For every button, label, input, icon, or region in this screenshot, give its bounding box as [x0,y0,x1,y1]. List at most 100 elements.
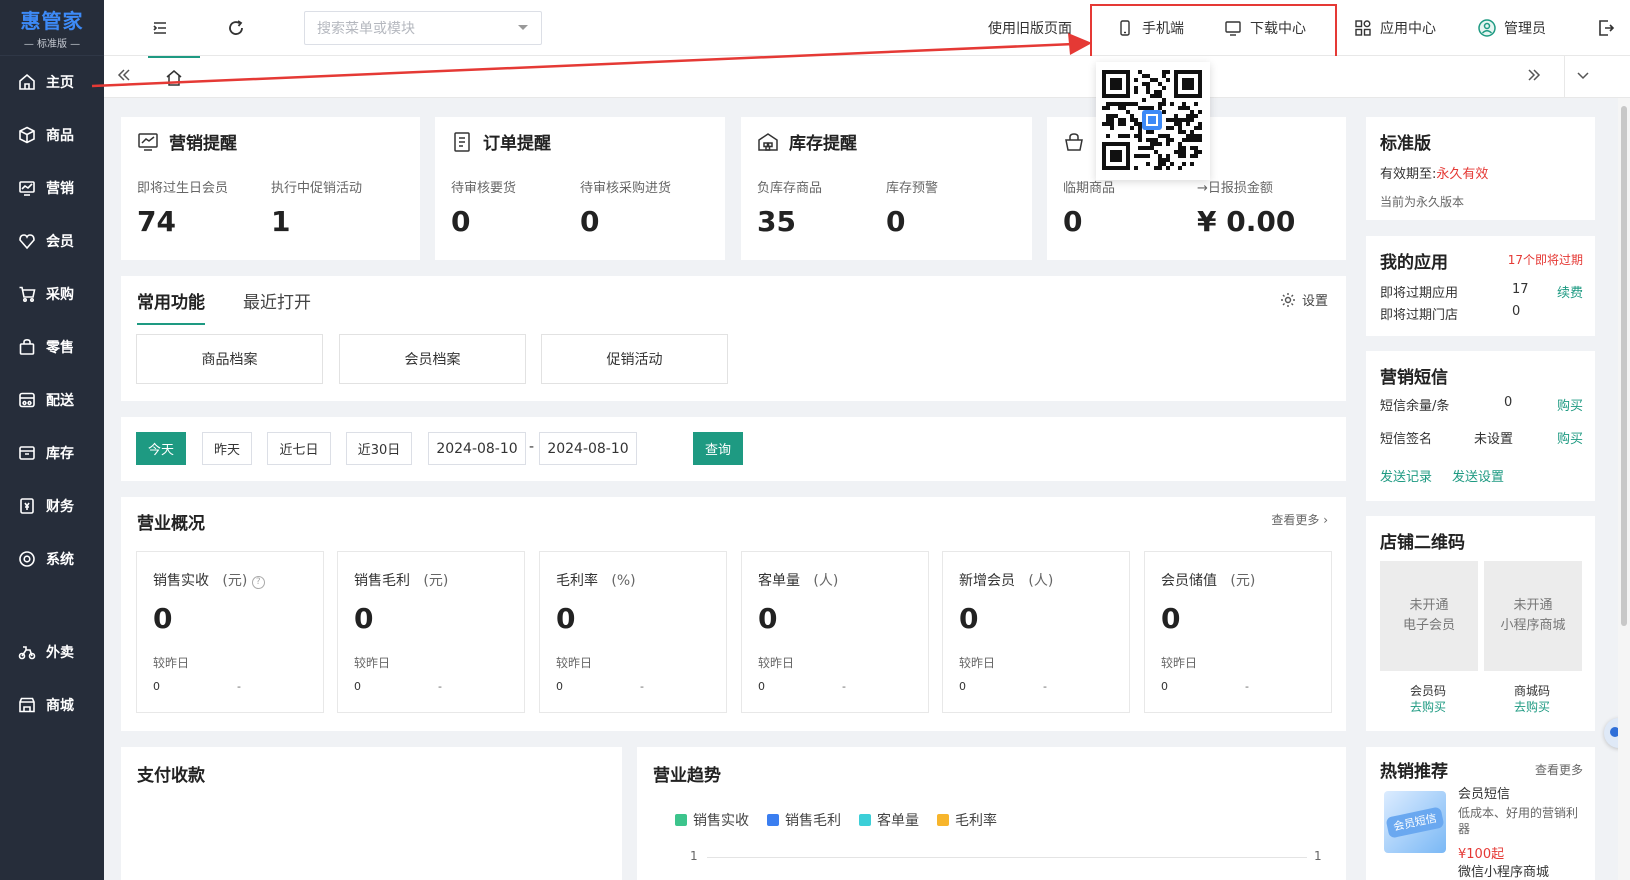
sidebar-item-system[interactable]: 系统 [0,532,104,585]
kpi-value: 0 [1161,602,1181,635]
pending-requisition-count[interactable]: 0 [451,205,470,238]
app-center-button[interactable]: 应用中心 [1354,18,1436,38]
filter-yesterday-button[interactable]: 昨天 [202,432,252,465]
expiring-goods-count[interactable]: 0 [1063,205,1082,238]
active-promotions-count[interactable]: 1 [271,205,290,238]
filter-today-button[interactable]: 今天 [136,432,186,465]
kpi-tile[interactable]: 销售实收 (元) ? 0 较昨日 0 - [136,551,324,713]
kpi-label: 客单量 (人) [758,573,839,589]
daily-loss-amount[interactable]: ¥ 0.00 [1197,205,1295,238]
search-input[interactable]: 搜索菜单或模块 [304,11,542,45]
send-records-link[interactable]: 发送记录 [1380,466,1432,485]
pending-purchase-count[interactable]: 0 [580,205,599,238]
hot-more-link[interactable]: 查看更多 [1535,761,1583,778]
overview-more-link[interactable]: 查看更多 › [1271,511,1328,528]
legend-item[interactable]: 销售毛利 [767,810,841,830]
expiring-alert[interactable]: 17个即将过期 [1508,251,1583,268]
kpi-label: 会员储值 (元) [1161,573,1256,589]
mall-qr-buy-link[interactable]: 去购买 [1514,698,1550,715]
logout-icon[interactable] [1596,18,1616,38]
brand-edition: 标准版 [37,39,67,50]
date-to-input[interactable]: 2024-08-10 [539,432,637,465]
kpi-prev-value: 0 [354,680,361,693]
functions-settings-button[interactable]: 设置 [1280,290,1328,309]
kpi-tile[interactable]: 新增会员 (人) 0 较昨日 0 - [942,551,1130,713]
buy-signature-link[interactable]: 购买 [1557,428,1583,447]
sidebar-item-label: 采购 [46,286,74,303]
sidebar-item-retail[interactable]: 零售 [0,320,104,373]
admin-user-button[interactable]: 管理员 [1478,18,1546,38]
top-bar: 搜索菜单或模块 使用旧版页面 手机端 下载中心 应用中心 管理员 [104,0,1630,56]
goods-archive-button[interactable]: 商品档案 [136,334,323,384]
filter-7days-button[interactable]: 近七日 [267,432,331,465]
kpi-diff: - [438,680,442,693]
hot-recommend-card: 热销推荐 查看更多 会员短信 会员短信 低成本、好用的营销利器 ¥100起 微信… [1366,747,1595,880]
kpi-tile[interactable]: 销售毛利 (元) 0 较昨日 0 - [337,551,525,713]
sidebar-item-finance[interactable]: 财务 [0,479,104,532]
sidebar-item-label: 库存 [46,445,74,462]
buy-sms-link[interactable]: 购买 [1557,395,1583,414]
brand-name: 惠管家 [20,9,84,33]
renew-link[interactable]: 续费 [1557,282,1583,301]
mobile-qr-popup [1096,62,1210,180]
date-from-input[interactable]: 2024-08-10 [428,432,526,465]
legend-item[interactable]: 客单量 [859,810,919,830]
sidebar-item-goods[interactable]: 商品 [0,108,104,161]
filter-30days-button[interactable]: 近30日 [346,432,412,465]
kpi-prev-value: 0 [153,680,160,693]
legend-item[interactable]: 销售实收 [675,810,749,830]
stock-warning-count[interactable]: 0 [886,205,905,238]
sidebar-item-purchase[interactable]: 采购 [0,267,104,320]
sidebar-item-takeout[interactable]: 外卖 [0,625,104,678]
order-reminder-card: 订单提醒 待审核要货 0 待审核采购进货 0 [435,117,725,260]
help-icon[interactable]: ? [251,576,265,589]
query-button[interactable]: 查询 [693,432,743,465]
send-settings-link[interactable]: 发送设置 [1452,466,1504,485]
sidebar-item-mall[interactable]: 商城 [0,678,104,731]
member-qr-buy-link[interactable]: 去购买 [1410,698,1446,715]
promotion-button[interactable]: 促销活动 [541,334,728,384]
warehouse-icon [758,132,778,151]
page-scrollbar[interactable] [1618,98,1630,880]
business-trend-card: 营业趋势 销售实收 销售毛利 客单量 毛利率 1 1 [637,747,1346,880]
tabs-scroll-right-icon[interactable] [1526,67,1542,87]
business-overview-card: 营业概况 查看更多 › 销售实收 (元) ? 0 较昨日 0 - 销售毛利 (元) 0 较昨日… [121,497,1346,731]
legend-item[interactable]: 毛利率 [937,810,997,830]
old-version-link[interactable]: 使用旧版页面 [988,18,1072,38]
negative-stock-count[interactable]: 35 [757,205,796,238]
kpi-tile[interactable]: 会员储值 (元) 0 较昨日 0 - [1144,551,1332,713]
menu-collapse-icon[interactable] [150,18,170,38]
tabs-scroll-left-icon[interactable] [116,67,132,87]
sidebar-item-label: 外卖 [46,644,74,661]
shop-icon [18,696,36,714]
sidebar-item-delivery[interactable]: 配送 [0,373,104,426]
sms-product-image[interactable]: 会员短信 [1384,791,1446,853]
tabs-menu-chevron-icon[interactable] [1576,69,1590,87]
kpi-diff: - [1043,680,1047,693]
sidebar-item-label: 商品 [46,127,74,144]
hot-item-title[interactable]: 微信小程序商城 [1458,861,1549,880]
chart-icon [138,132,158,151]
sidebar-item-label: 会员 [46,233,74,250]
sidebar-item-member[interactable]: 会员 [0,214,104,267]
tab-recently-opened[interactable]: 最近打开 [243,288,311,325]
sidebar-item-inventory[interactable]: 库存 [0,426,104,479]
trend-title: 营业趋势 [653,766,721,786]
kpi-tile[interactable]: 客单量 (人) 0 较昨日 0 - [741,551,929,713]
sidebar-item-marketing[interactable]: 营销 [0,161,104,214]
marketing-sms-card: 营销短信 短信余量/条 0 购买 短信签名 未设置 购买 发送记录 发送设置 [1366,351,1595,501]
tab-common-functions[interactable]: 常用功能 [137,288,205,325]
kpi-tile[interactable]: 毛利率 (%) 0 较昨日 0 - [539,551,727,713]
truck-icon [18,391,36,409]
brand-logo[interactable]: 惠管家 — 标准版 — [0,0,104,56]
kpi-prev-value: 0 [959,680,966,693]
hot-item-title[interactable]: 会员短信 [1458,783,1510,802]
qr-code-image [1102,70,1202,170]
tab-home[interactable] [148,56,200,98]
birthday-members-count[interactable]: 74 [137,205,176,238]
kpi-value: 0 [153,602,173,635]
refresh-icon[interactable] [226,18,246,38]
member-archive-button[interactable]: 会员档案 [339,334,526,384]
sidebar-item-home[interactable]: 主页 [0,56,104,108]
sidebar-item-label: 商城 [46,697,74,714]
